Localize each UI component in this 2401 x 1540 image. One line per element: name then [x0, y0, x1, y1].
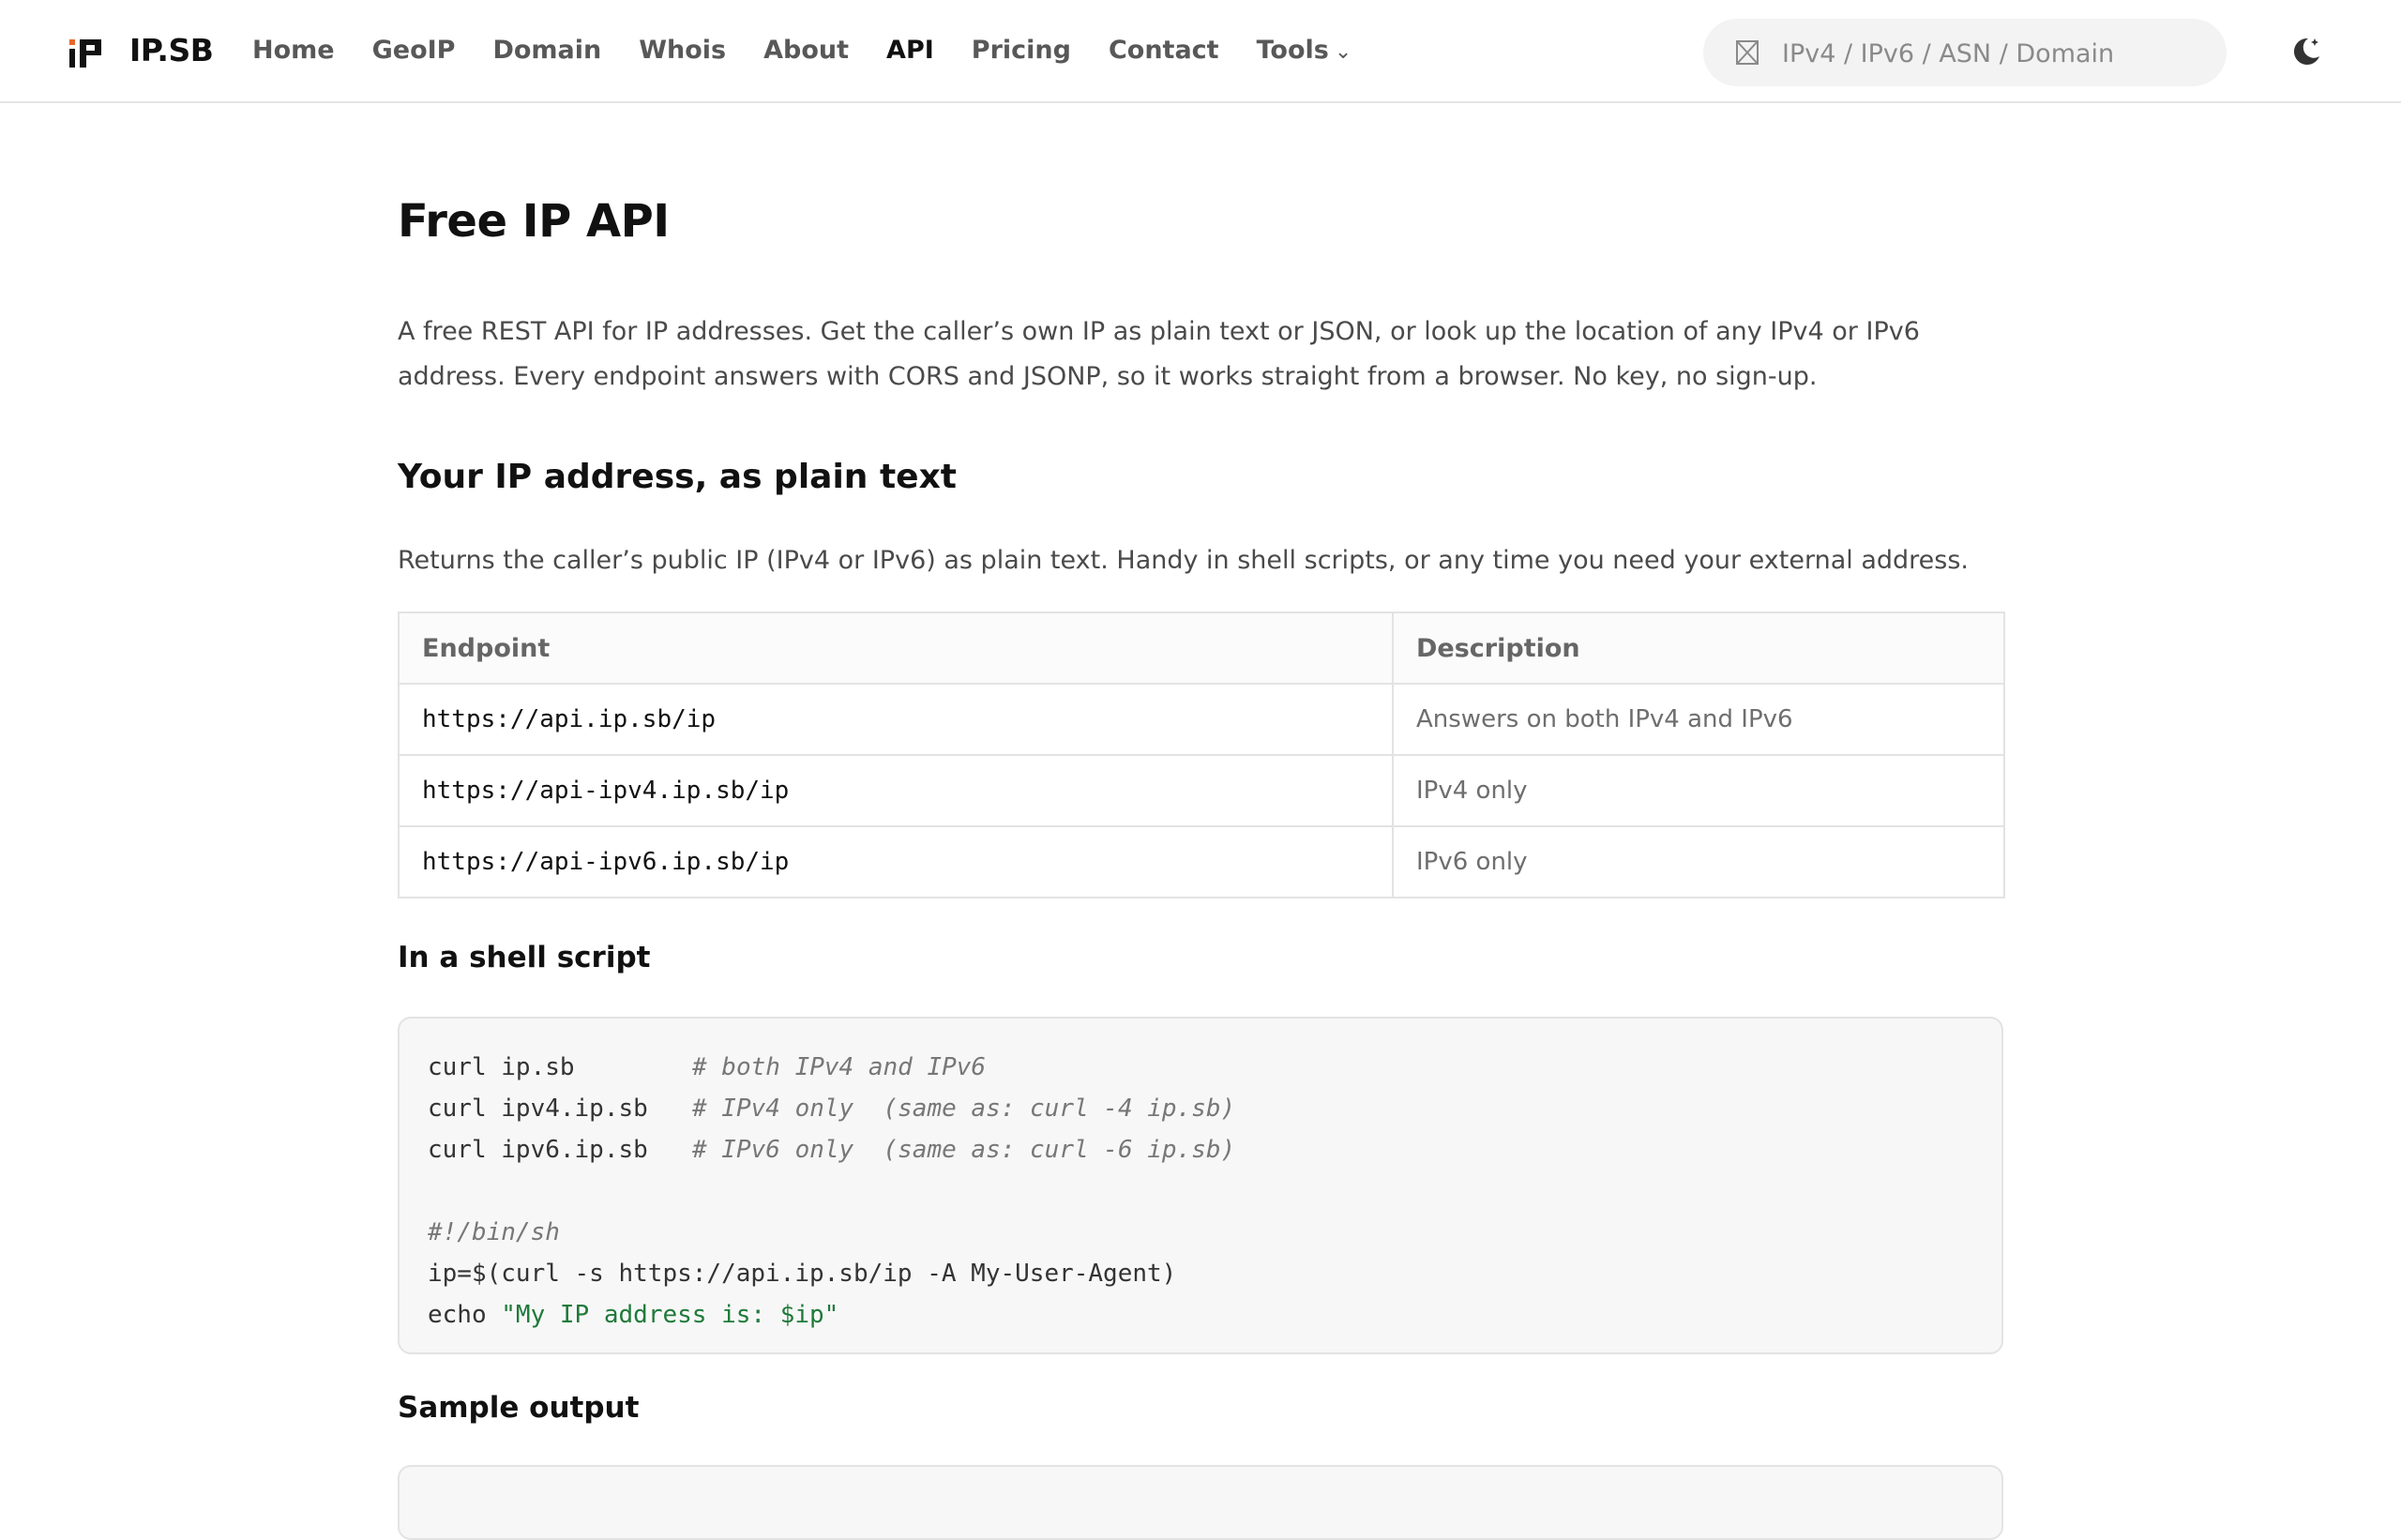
- shell-script-heading: In a shell script: [398, 941, 651, 974]
- table-row: https://api-ipv6.ip.sb/ip IPv6 only: [398, 825, 2005, 898]
- table-row: https://api.ip.sb/ip Answers on both IPv…: [398, 683, 2005, 756]
- endpoints-table: Endpoint Description https://api.ip.sb/i…: [398, 611, 2005, 898]
- nav-pricing[interactable]: Pricing: [972, 36, 1071, 65]
- code-line: curl ip.sb # both IPv4 and IPv6: [428, 1047, 1973, 1088]
- shell-code-block[interactable]: curl ip.sb # both IPv4 and IPv6 curl ipv4…: [398, 1017, 2003, 1354]
- section-description: Returns the caller’s public IP (IPv4 or …: [398, 546, 1969, 575]
- nav-whois[interactable]: Whois: [639, 36, 726, 65]
- code-comment: # IPv6 only (same as: curl -6 ip.sb): [692, 1136, 1236, 1164]
- nav-api[interactable]: API: [886, 36, 934, 65]
- nav-contact[interactable]: Contact: [1109, 36, 1219, 65]
- code-string: "My IP address is: $ip": [501, 1301, 839, 1329]
- sample-output-code-block[interactable]: [398, 1465, 2003, 1540]
- code-line: curl ipv4.ip.sb # IPv4 only (same as: cur…: [428, 1088, 1973, 1129]
- nav-tools-label: Tools: [1256, 36, 1329, 65]
- sample-output-heading: Sample output: [398, 1391, 640, 1425]
- nav-home[interactable]: Home: [252, 36, 335, 65]
- endpoint-url[interactable]: https://api-ipv6.ip.sb/ip: [398, 825, 1394, 898]
- code-line: echo "My IP address is: $ip": [428, 1294, 1973, 1336]
- endpoint-url[interactable]: https://api-ipv4.ip.sb/ip: [398, 754, 1394, 827]
- column-header-description: Description: [1392, 611, 2005, 685]
- site-logo-text[interactable]: IP.SB: [129, 32, 214, 68]
- table-header-row: Endpoint Description: [398, 611, 2005, 685]
- search-icon: [1736, 40, 1759, 65]
- code-line: #!/bin/sh: [428, 1212, 1973, 1253]
- section-heading-plain-text: Your IP address, as plain text: [398, 458, 958, 496]
- code-comment: # IPv4 only (same as: curl -4 ip.sb): [692, 1095, 1236, 1123]
- code-command: curl ip.sb: [428, 1053, 575, 1081]
- code-command: echo: [428, 1301, 502, 1329]
- search-bar: [1703, 19, 2227, 88]
- nav-tools-dropdown[interactable]: Tools ⌄: [1257, 36, 1352, 65]
- table-row: https://api-ipv4.ip.sb/ip IPv4 only: [398, 754, 2005, 827]
- intro-paragraph: A free REST API for IP addresses. Get th…: [398, 317, 1920, 391]
- ip-logo-icon[interactable]: [69, 39, 103, 68]
- code-comment: # both IPv4 and IPv6: [692, 1053, 987, 1081]
- nav-geoip[interactable]: GeoIP: [372, 36, 456, 65]
- chevron-down-icon: ⌄: [1334, 40, 1352, 64]
- main-nav: Home GeoIP Domain Whois About API Pricin…: [252, 36, 1352, 65]
- code-comment: #!/bin/sh: [428, 1218, 560, 1246]
- column-header-endpoint: Endpoint: [398, 611, 1394, 685]
- search-input[interactable]: [1780, 19, 2206, 88]
- code-line: curl ipv6.ip.sb # IPv6 only (same as: cur…: [428, 1129, 1973, 1170]
- top-navigation-bar: IP.SB Home GeoIP Domain Whois About API …: [0, 0, 2401, 103]
- nav-about[interactable]: About: [763, 36, 849, 65]
- endpoint-description: Answers on both IPv4 and IPv6: [1392, 683, 2005, 756]
- code-command: curl ipv4.ip.sb: [428, 1095, 648, 1123]
- moon-icon[interactable]: [2290, 36, 2322, 68]
- code-command: curl ipv6.ip.sb: [428, 1136, 648, 1164]
- endpoint-description: IPv6 only: [1392, 825, 2005, 898]
- nav-domain[interactable]: Domain: [492, 36, 601, 65]
- endpoint-description: IPv4 only: [1392, 754, 2005, 827]
- code-line: ip=$(curl -s https://api.ip.sb/ip -A My-…: [428, 1260, 1177, 1288]
- endpoint-url[interactable]: https://api.ip.sb/ip: [398, 683, 1394, 756]
- page-title: Free IP API: [398, 195, 670, 248]
